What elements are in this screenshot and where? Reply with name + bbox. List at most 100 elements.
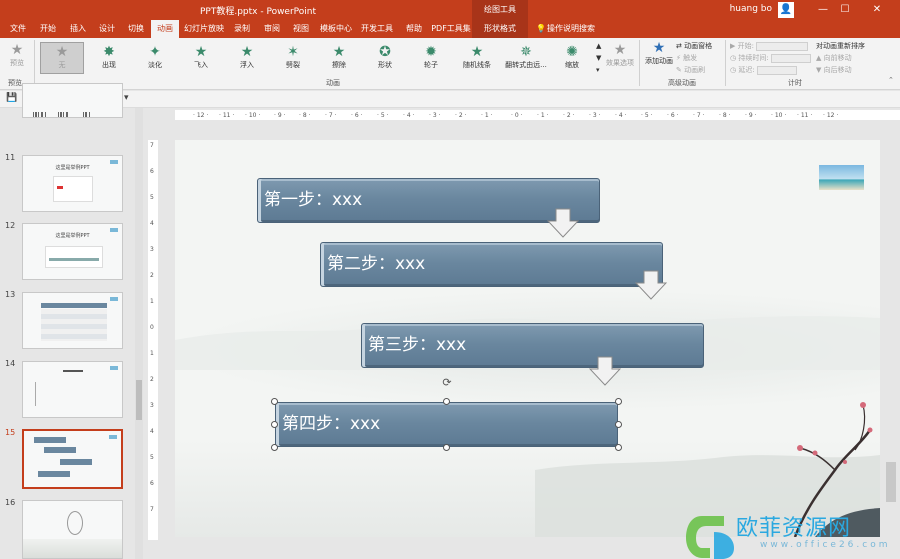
tab-home[interactable]: 开始 [34,20,62,38]
tab-insert[interactable]: 插入 [64,20,92,38]
minimize-button[interactable]: — [812,0,834,20]
delay-field[interactable]: ◷ 延迟: [730,65,797,75]
start-dropdown[interactable] [756,41,809,51]
preview-button[interactable]: ★ 预览 [4,42,30,68]
tab-view[interactable]: 视图 [287,20,315,38]
save-icon[interactable]: 💾 [6,93,17,103]
scrollbar-thumb[interactable] [136,380,142,420]
thumbnail-scrollbar[interactable] [135,108,143,559]
star-zoom-icon: ✺ [566,44,578,60]
down-arrow-icon[interactable] [635,270,667,300]
tab-design[interactable]: 设计 [93,20,121,38]
thumbnail-title: 这里是举例PPT [55,165,90,171]
vertical-ruler: 765432101234567 [148,140,158,540]
tab-pdf-tools[interactable]: PDF工具集 [431,20,471,38]
close-button[interactable]: ✕ [866,0,888,20]
effect-options-button[interactable]: ★ 效果选项 [604,42,636,68]
avatar[interactable]: 👤 [778,2,794,18]
anim-zoom[interactable]: ✺ 缩放 [552,44,592,70]
thumbnail-step [34,437,66,443]
thumbnail-content [35,382,65,406]
scrollbar-thumb[interactable] [886,462,896,502]
resize-handle[interactable] [615,444,622,451]
slide-thumbnail-15[interactable] [22,429,123,489]
step-3-shape[interactable]: 第三步：xxx [361,323,704,368]
thumbnail-photo [110,228,118,232]
add-animation-button[interactable]: ★ 添加动画 [644,40,674,66]
tab-developer[interactable]: 开发工具 [359,20,395,38]
star-fly-icon: ★ [194,44,208,60]
anim-wipe[interactable]: ★ 擦除 [319,44,359,70]
resize-handle[interactable] [271,421,278,428]
anim-fade[interactable]: ✦ 淡化 [135,44,175,70]
step-2-shape[interactable]: 第二步：xxx [320,242,663,287]
title-bar: PPT教程.pptx - PowerPoint 绘图工具 huang bo 👤 … [0,0,900,20]
resize-handle[interactable] [271,444,278,451]
tab-shape-format[interactable]: 形状格式 [472,20,528,38]
resize-handle[interactable] [615,421,622,428]
tab-animations[interactable]: 动画 [151,20,179,38]
window-title: PPT教程.pptx - PowerPoint [200,7,317,17]
slide-thumbnail-14[interactable] [22,361,123,418]
anim-appear[interactable]: ✸ 出现 [89,44,129,70]
tab-review[interactable]: 审阅 [258,20,286,38]
duration-field[interactable]: ◷ 持续时间: [730,53,811,63]
resize-handle[interactable] [443,398,450,405]
watermark-url: www.office26.com [760,540,891,550]
tab-record[interactable]: 录制 [228,20,256,38]
resize-handle[interactable] [271,398,278,405]
anim-split[interactable]: ✶ 劈裂 [273,44,313,70]
animation-painter-button[interactable]: ✎ 动画刷 [676,65,705,75]
anim-grow-turn[interactable]: ✵ 翻转式由远... [502,44,550,70]
thumbnail-photo [110,160,118,164]
start-field[interactable]: ▶ 开始: [730,41,809,51]
gallery-scroll-up[interactable]: ▲ [596,42,601,50]
star-wheel-icon: ✹ [425,44,437,60]
slide-thumbnail-16[interactable] [22,500,123,559]
tell-me-search[interactable]: 操作说明搜索 [546,20,596,38]
slide-thumbnail-12[interactable]: 这里是举例PPT [22,223,123,280]
thumbnail-step [44,447,76,453]
thumbnail-content [49,258,99,261]
step-4-shape[interactable]: 第四步：xxx [275,402,618,447]
gallery-more[interactable]: ▾ [596,66,600,74]
user-name[interactable]: huang bo [730,4,772,14]
slide-thumbnail-11[interactable]: 这里是举例PPT [22,155,123,212]
resize-handle[interactable] [615,398,622,405]
move-later-button[interactable]: ▼ 向后移动 [816,65,852,75]
down-arrow-icon[interactable] [589,356,621,386]
gallery-scroll-down[interactable]: ▼ [596,54,601,62]
anim-float-in[interactable]: ★ 浮入 [227,44,267,70]
animation-pane-button[interactable]: ⇄ 动画窗格 [676,41,712,51]
trigger-button[interactable]: ⚡ 触发 [676,53,697,63]
tab-slideshow[interactable]: 幻灯片放映 [183,20,225,38]
anim-fly-in[interactable]: ★ 飞入 [181,44,221,70]
slide-scrollbar[interactable] [882,122,900,552]
slide-thumbnail-13[interactable] [22,292,123,349]
move-earlier-button[interactable]: ▲ 向前移动 [816,53,852,63]
beach-photo[interactable] [819,165,864,190]
star-bars-icon: ★ [470,44,484,60]
tab-template-center[interactable]: 模板中心 [318,20,354,38]
delay-input[interactable] [756,65,797,75]
thumbnail-step [60,459,92,465]
down-arrow-icon[interactable] [547,208,579,238]
thumbnail-photo [110,297,118,301]
slide-canvas[interactable]: 第一步：xxx 第二步：xxx 第三步：xxx 第四步：xxx ⟳ [175,140,880,537]
tab-file[interactable]: 文件 [4,20,32,38]
anim-shape[interactable]: ✪ 形状 [365,44,405,70]
customize-qat-icon[interactable]: ▾ [124,93,129,103]
anim-random-bars[interactable]: ★ 随机线条 [457,44,497,70]
tab-help[interactable]: 帮助 [400,20,428,38]
restore-button[interactable]: ☐ [834,0,856,20]
slide-number: 14 [5,359,16,368]
tab-transitions[interactable]: 切换 [122,20,150,38]
anim-wheel[interactable]: ✹ 轮子 [411,44,451,70]
slide-number: 11 [5,153,16,162]
anim-none[interactable]: ★ 无 [42,44,82,70]
resize-handle[interactable] [443,444,450,451]
slide-thumbnail-10[interactable] [22,83,123,118]
rotate-handle-icon[interactable]: ⟳ [441,377,453,389]
duration-input[interactable] [770,53,811,63]
collapse-ribbon-icon[interactable]: ⌃ [888,76,894,84]
